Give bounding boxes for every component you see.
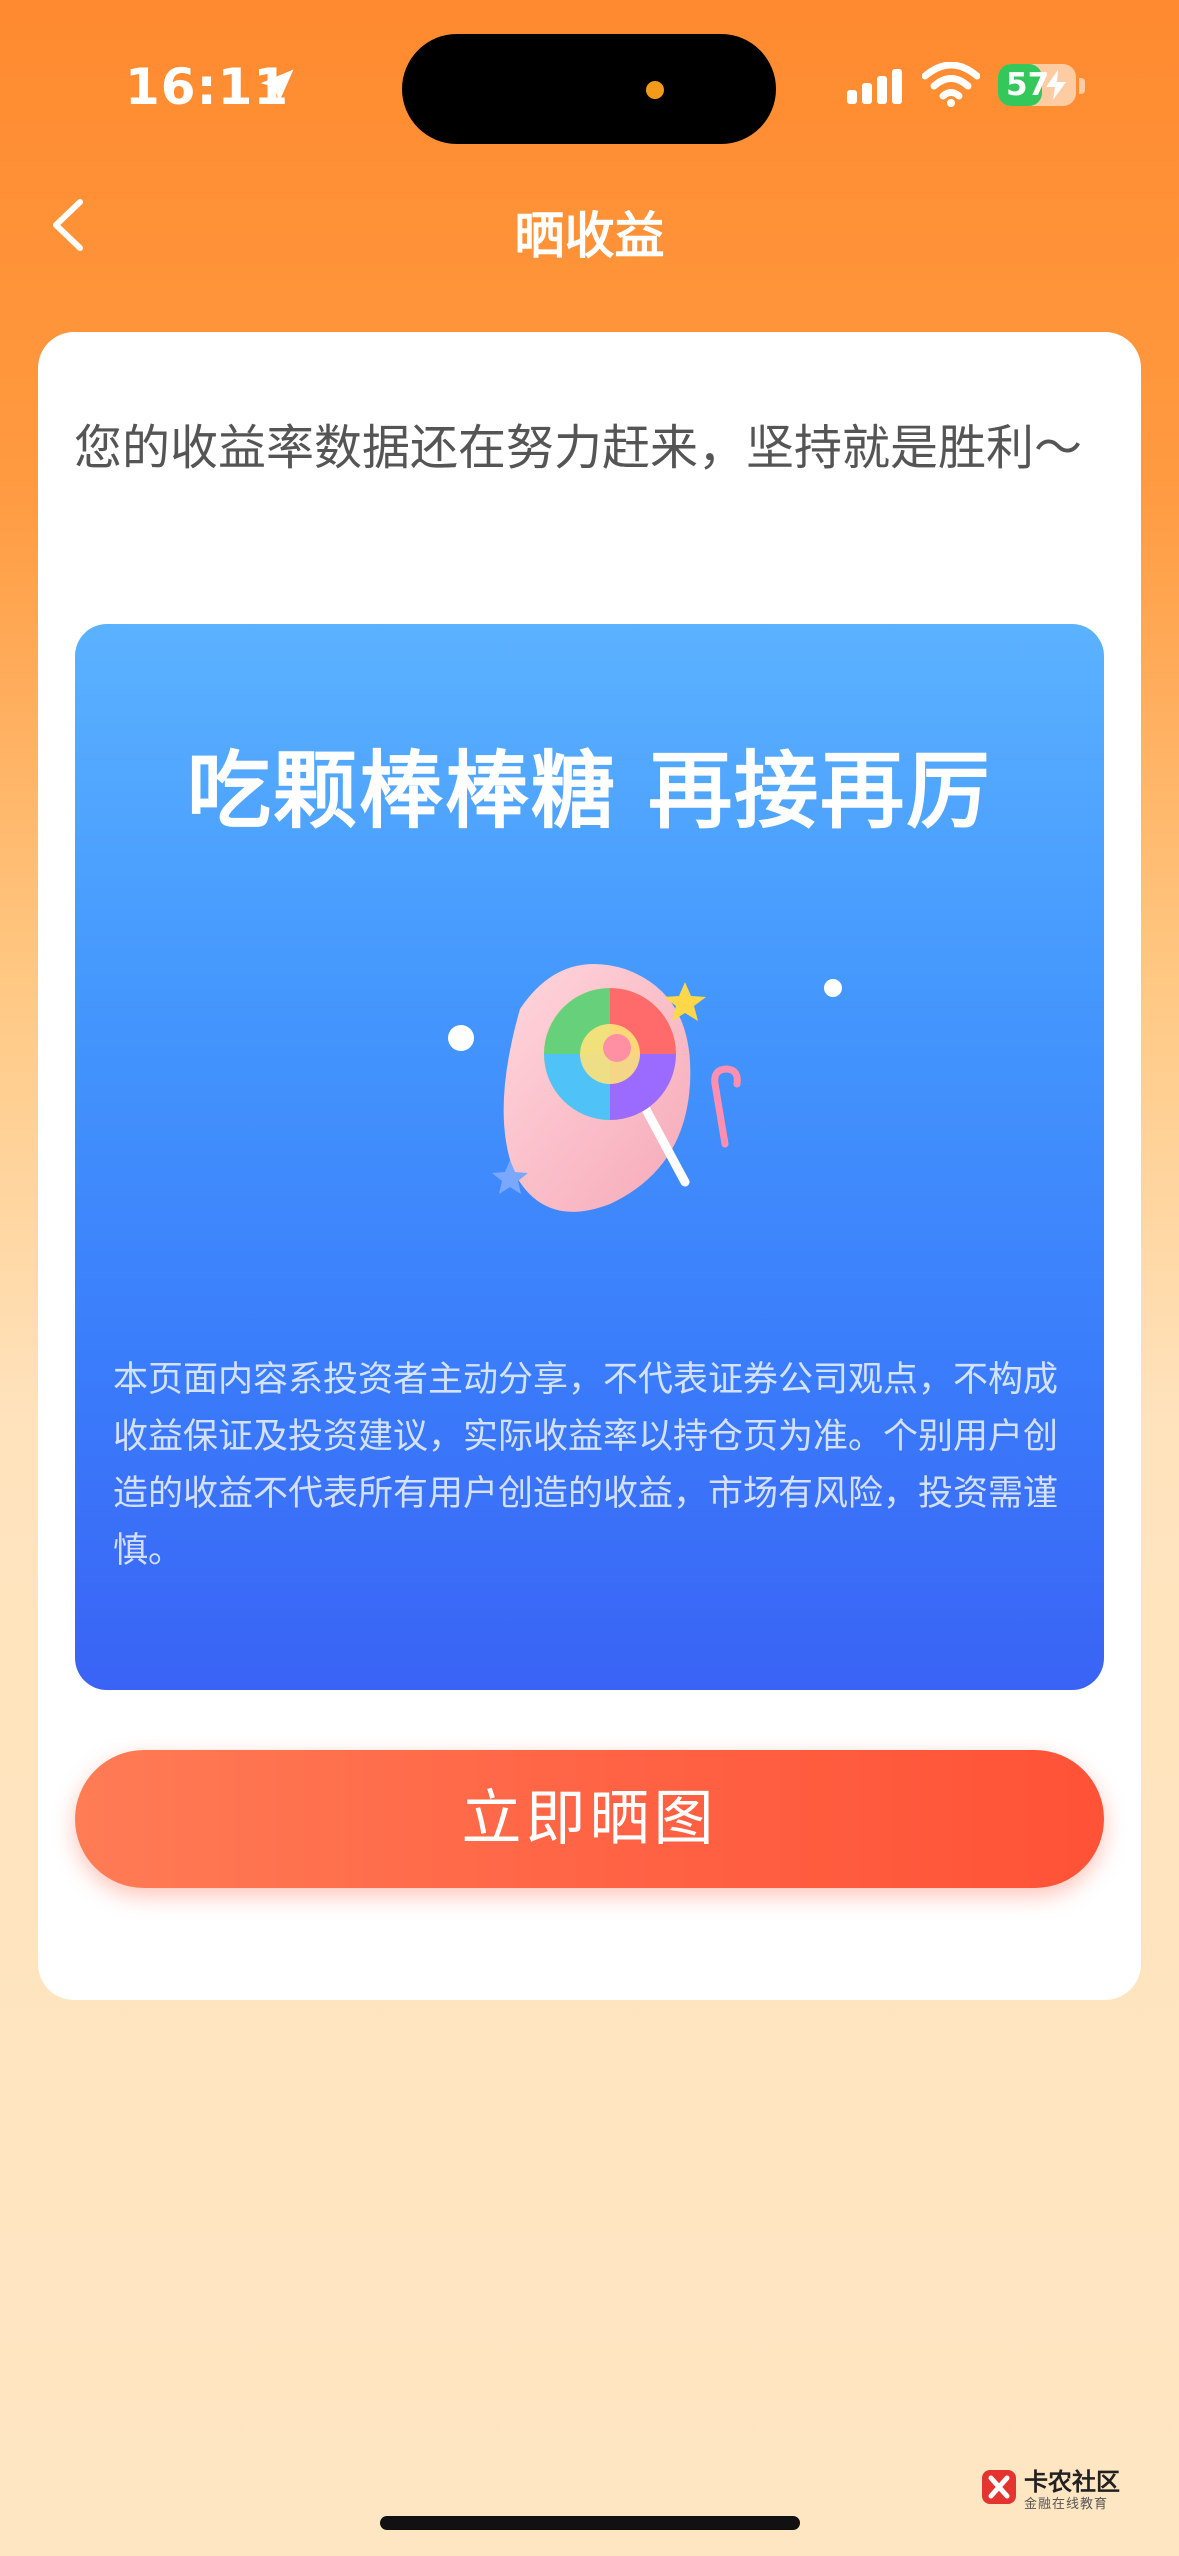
signal-icon — [847, 69, 902, 104]
battery-cap — [1079, 78, 1085, 94]
kanong-logo-icon — [982, 2470, 1016, 2504]
battery-level: 57 — [1006, 67, 1050, 103]
wifi-icon — [922, 62, 980, 107]
watermark-title: 卡农社区 — [1024, 2468, 1120, 2496]
panel-headline: 吃颗棒棒糖 再接再厉 — [186, 742, 993, 840]
status-bar: 16:11 57 — [0, 0, 1179, 170]
share-now-button[interactable]: 立即晒图 — [75, 1750, 1104, 1888]
home-indicator[interactable] — [380, 2516, 800, 2530]
encouragement-panel: 吃颗棒棒糖 再接再厉 本页面内容系投资者主动分享，不代表证券公司观点，不构成收益… — [75, 624, 1104, 1690]
page-title: 晒收益 — [514, 207, 665, 265]
lollipop-illustration — [448, 964, 842, 1212]
battery-icon: 57 — [998, 64, 1076, 106]
kanong-watermark: 卡农社区 金融在线教育 — [978, 2462, 1128, 2514]
earnings-status-message: 您的收益率数据还在努力赶来，坚持就是胜利～ — [74, 420, 1083, 476]
charging-bolt-icon — [1046, 70, 1066, 100]
location-arrow-icon — [260, 69, 294, 103]
risk-disclaimer: 本页面内容系投资者主动分享，不代表证券公司观点，不构成收益保证及投资建议，实际收… — [113, 1360, 1059, 1571]
dynamic-island — [402, 34, 776, 144]
watermark-subtitle: 金融在线教育 — [1024, 2497, 1109, 2512]
share-earnings-card: 您的收益率数据还在努力赶来，坚持就是胜利～ 吃颗棒棒糖 再接再厉 本页面内容系投… — [38, 332, 1141, 2000]
privacy-indicator-dot — [646, 81, 664, 99]
